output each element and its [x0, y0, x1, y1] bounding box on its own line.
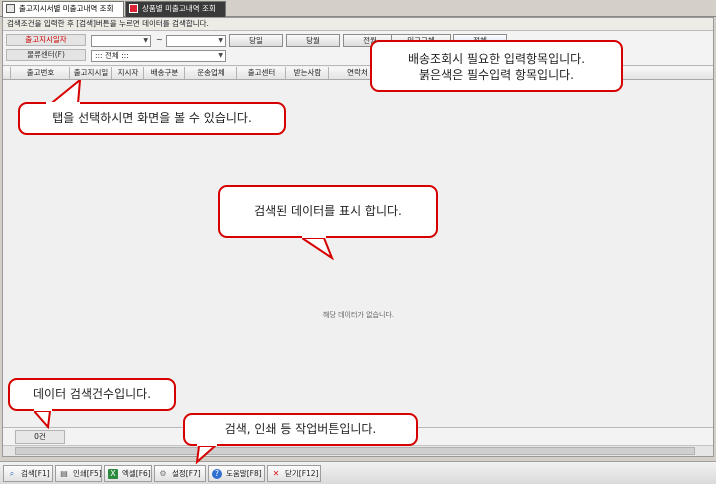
chevron-down-icon: ▼	[218, 52, 223, 59]
tab-order-unshipped[interactable]: 출고지시서별 미출고내역 조회	[2, 1, 124, 17]
callout-input-fields: 배송조회시 필요한 입력항목입니다. 붉은색은 필수입력 항목입니다.	[370, 40, 623, 92]
column-header[interactable]: 출고번호	[12, 67, 70, 79]
tab-product-unshipped[interactable]: 상품별 미출고내역 조회	[125, 1, 226, 17]
callout-pointer	[46, 80, 82, 106]
empty-message: 해당 데이터가 없습니다.	[323, 311, 395, 319]
window-icon	[129, 4, 138, 13]
column-header[interactable]: 출고지시일	[71, 67, 112, 79]
gear-icon: ⚙	[159, 469, 167, 478]
callout-text: 데이터 검색건수입니다.	[32, 387, 152, 401]
callout-pointer	[195, 444, 218, 464]
date-label: 출고지시일자	[6, 34, 86, 46]
tab-bar: 출고지시서별 미출고내역 조회 상품별 미출고내역 조회	[0, 0, 716, 17]
excel-button-label: 엑셀[F6]	[122, 469, 151, 478]
column-header[interactable]: 출고센터	[238, 67, 286, 79]
callout-data-area: 검색된 데이터를 표시 합니다.	[218, 185, 438, 260]
help-button[interactable]: ? 도움말[F8]	[208, 465, 265, 482]
this-month-button[interactable]: 당월	[286, 34, 340, 47]
row-header-corner	[3, 67, 11, 79]
scrollbar-thumb[interactable]	[15, 447, 695, 455]
help-icon: ?	[212, 469, 222, 479]
print-button[interactable]: ▤ 인쇄[F5]	[55, 465, 102, 482]
callout-text: 검색, 인쇄 등 작업버튼입니다.	[224, 422, 377, 436]
date-to-select[interactable]: ▼	[166, 35, 226, 47]
help-button-label: 도움말[F8]	[226, 469, 262, 478]
excel-button[interactable]: X 엑셀[F6]	[104, 465, 152, 482]
search-button-label: 검색[F1]	[21, 469, 50, 478]
center-value: ::: 전체 :::	[95, 51, 129, 60]
center-select[interactable]: ::: 전체 ::: ▼	[91, 50, 226, 62]
callout-text: 붉은색은 필수입력 항목입니다.	[419, 68, 574, 82]
callout-text: 탭을 선택하시면 화면을 볼 수 있습니다.	[52, 111, 252, 125]
callout-pointer	[34, 409, 52, 429]
action-toolbar: ⌕ 검색[F1] ▤ 인쇄[F5] X 엑셀[F6] ⚙ 설정[F7] ? 도움…	[0, 461, 716, 484]
printer-icon: ▤	[60, 469, 68, 478]
center-label: 물류센터(F)	[6, 49, 86, 61]
tab-label: 출고지시서별 미출고내역 조회	[19, 4, 114, 13]
callout-result-count: 데이터 검색건수입니다.	[8, 378, 176, 429]
callout-action-buttons: 검색, 인쇄 등 작업버튼입니다.	[183, 413, 418, 464]
callout-text: 검색된 데이터를 표시 합니다.	[254, 204, 402, 218]
print-button-label: 인쇄[F5]	[73, 469, 102, 478]
chevron-down-icon: ▼	[143, 37, 148, 44]
chevron-down-icon: ▼	[218, 37, 223, 44]
settings-button[interactable]: ⚙ 설정[F7]	[154, 465, 206, 482]
close-button[interactable]: ✕ 닫기[F12]	[267, 465, 321, 482]
column-header[interactable]: 받는사람	[287, 67, 329, 79]
info-bar: 검색조건을 입력한 후 [검색]버튼을 누르면 데이터를 검색합니다.	[3, 18, 713, 31]
column-header[interactable]: 배송구분	[145, 67, 185, 79]
column-header[interactable]: 운송업체	[186, 67, 237, 79]
tab-label: 상품별 미출고내역 조회	[142, 4, 216, 13]
horizontal-scrollbar[interactable]	[3, 445, 713, 456]
callout-tabs: 탭을 선택하시면 화면을 볼 수 있습니다.	[18, 80, 286, 135]
search-button[interactable]: ⌕ 검색[F1]	[3, 465, 53, 482]
callout-text: 배송조회시 필요한 입력항목입니다.	[407, 52, 586, 66]
window-icon	[6, 4, 15, 13]
today-button[interactable]: 당일	[229, 34, 283, 47]
excel-icon: X	[108, 469, 118, 479]
date-from-select[interactable]: ▼	[91, 35, 151, 47]
result-count: 0건	[15, 430, 65, 444]
close-icon: ✕	[272, 469, 280, 478]
close-button-label: 닫기[F12]	[285, 469, 319, 478]
range-separator: ~	[156, 35, 163, 44]
column-header[interactable]: 지시자	[113, 67, 144, 79]
search-icon: ⌕	[9, 469, 15, 478]
callout-pointer	[302, 236, 334, 260]
settings-button-label: 설정[F7]	[172, 469, 201, 478]
